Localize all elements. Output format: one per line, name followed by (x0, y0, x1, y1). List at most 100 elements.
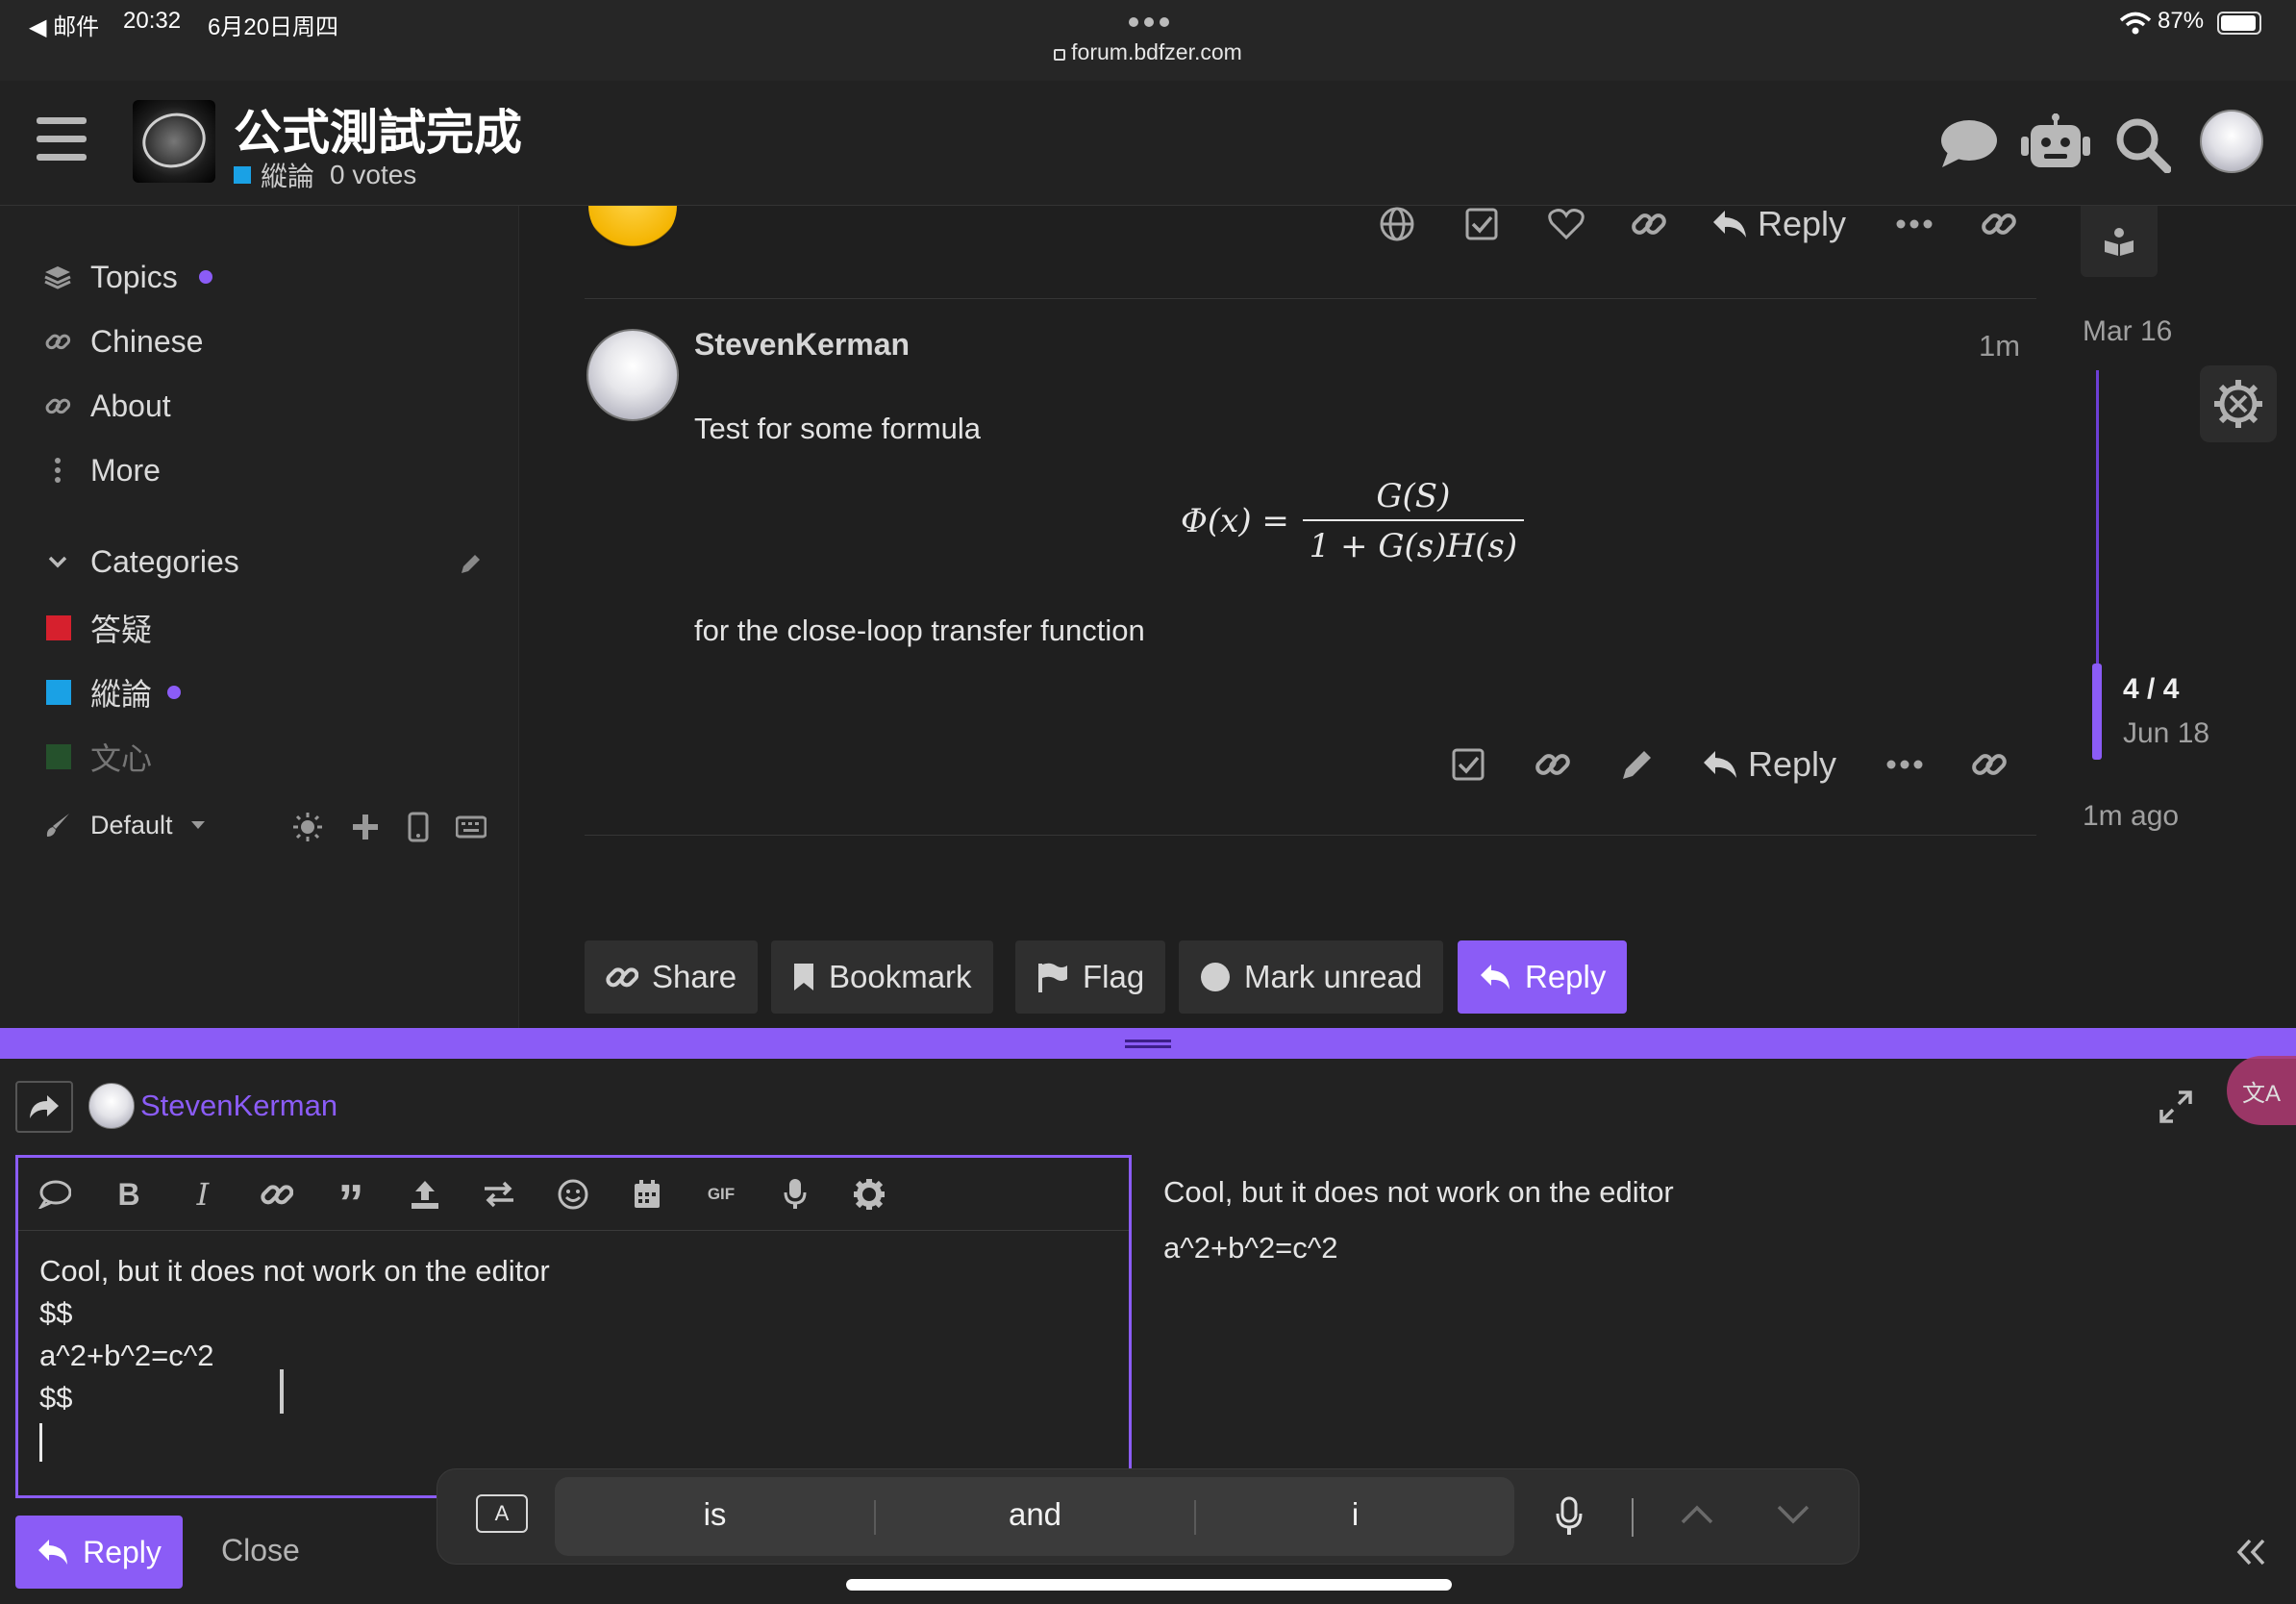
more-actions-icon[interactable] (1881, 739, 1929, 790)
toolbar-divider (1632, 1498, 1634, 1537)
timeline-track[interactable] (2096, 370, 2099, 668)
bold-icon[interactable]: B (112, 1177, 146, 1212)
composer-close-button[interactable]: Close (221, 1533, 300, 1568)
sidebar-category-zonglun[interactable]: 縱論 (46, 670, 182, 714)
collapse-double-chevron-icon[interactable] (2236, 1539, 2267, 1566)
mobile-view-icon[interactable] (408, 812, 429, 842)
suggestion-strip: is and i (555, 1477, 1514, 1556)
post-author-avatar[interactable] (586, 329, 679, 421)
edit-categories-pencil-icon[interactable] (458, 552, 483, 577)
italic-icon[interactable]: I (186, 1176, 220, 1213)
copy-link-icon[interactable] (1529, 739, 1577, 790)
formula-denominator: 1 + G(s)H(s) (1309, 527, 1518, 565)
edit-pencil-icon[interactable] (1613, 739, 1661, 790)
share-link-icon[interactable] (1975, 198, 2023, 250)
theme-selector[interactable]: Default (42, 804, 206, 846)
calendar-icon[interactable] (630, 1177, 664, 1212)
composer-user-name[interactable]: StevenKerman (140, 1089, 337, 1123)
post-author-name[interactable]: StevenKerman (694, 327, 910, 363)
blockquote-icon[interactable]: ” (334, 1177, 368, 1229)
hamburger-menu-icon[interactable] (37, 117, 87, 162)
editor-line: $$ (39, 1296, 73, 1330)
search-icon[interactable] (2115, 117, 2171, 173)
share-link-icon[interactable] (1965, 739, 2013, 790)
summarize-button[interactable] (2081, 206, 2158, 277)
text-cursor (280, 1369, 284, 1414)
reply-button[interactable]: Reply (1702, 739, 1836, 790)
timeline-handle[interactable] (2092, 664, 2102, 760)
keyboard-suggestion-bar: A is and i (437, 1468, 1859, 1565)
composer-resize-bar[interactable] (0, 1028, 2296, 1059)
user-avatar[interactable] (2200, 110, 2263, 173)
solution-check-icon[interactable] (1444, 739, 1492, 790)
timeline-last-activity[interactable]: 1m ago (2083, 800, 2179, 833)
caret-down-icon (190, 821, 205, 829)
sidebar-category-wenxin[interactable]: 文心 (46, 735, 152, 779)
share-button[interactable]: Share (585, 940, 759, 1014)
url-bar[interactable]: forum.bdfzer.com (0, 39, 2296, 65)
math-formula: Φ(x) = G(S) 1 + G(s)H(s) (1181, 477, 1524, 565)
chat-icon[interactable] (1940, 119, 1998, 169)
sidebar-item-more[interactable]: More (42, 449, 161, 491)
suggestion-word[interactable]: is (555, 1496, 875, 1533)
timeline-start-date[interactable]: Mar 16 (2083, 315, 2172, 348)
more-actions-icon[interactable] (1890, 198, 1938, 250)
microphone-icon[interactable] (778, 1177, 812, 1212)
sidebar-item-about[interactable]: About (42, 385, 171, 427)
expand-composer-icon[interactable] (2159, 1090, 2192, 1123)
like-heart-icon[interactable] (1542, 198, 1590, 250)
speech-bubble-icon[interactable] (37, 1177, 72, 1212)
hyperlink-icon[interactable] (260, 1177, 294, 1212)
emoji-icon[interactable] (556, 1177, 590, 1212)
sidebar-item-label: Topics (90, 259, 178, 294)
dictation-microphone-icon[interactable] (1555, 1496, 1584, 1537)
robot-icon[interactable] (2021, 113, 2090, 173)
post-age[interactable]: 1m (1979, 329, 2020, 363)
previous-post-avatar[interactable] (588, 206, 677, 250)
brush-icon (42, 812, 73, 839)
editor-textarea[interactable]: Cool, but it does not work on the editor… (39, 1250, 550, 1462)
composer-action-button[interactable] (15, 1081, 73, 1133)
plus-icon[interactable] (352, 814, 379, 840)
mark-unread-button[interactable]: Mark unread (1179, 940, 1444, 1014)
formula-fraction: G(S) 1 + G(s)H(s) (1302, 477, 1524, 565)
solution-check-icon[interactable] (1458, 198, 1506, 250)
upload-icon[interactable] (408, 1177, 442, 1212)
suggestion-word[interactable]: and (875, 1496, 1195, 1533)
translate-icon[interactable]: 文A (2227, 1056, 2296, 1125)
next-field-chevron-down-icon[interactable] (1776, 1504, 1810, 1525)
topic-category[interactable]: 縱論 (261, 156, 314, 194)
theme-label: Default (90, 810, 173, 840)
toggle-direction-icon[interactable] (482, 1177, 516, 1212)
bookmark-button[interactable]: Bookmark (771, 940, 993, 1014)
back-to-app[interactable]: ◀ 邮件 (29, 8, 99, 41)
keyboard-shortcuts-icon[interactable] (456, 815, 487, 839)
copy-link-icon[interactable] (1625, 198, 1673, 250)
previous-field-chevron-up-icon[interactable] (1680, 1504, 1714, 1525)
categories-section-header[interactable]: Categories (42, 540, 239, 583)
topic-reply-button[interactable]: Reply (1458, 940, 1628, 1014)
sidebar-category-dayi[interactable]: 答疑 (46, 606, 152, 650)
settings-gear-icon[interactable] (852, 1177, 886, 1212)
gif-icon[interactable]: GIF (704, 1177, 738, 1212)
composer-editor[interactable]: B I ” GIF Cool, but it does not work on … (15, 1155, 1132, 1498)
translate-globe-icon[interactable] (1373, 198, 1421, 250)
tab-options-icon[interactable] (1127, 15, 1171, 29)
composer-reply-button[interactable]: Reply (15, 1516, 183, 1589)
chevron-down-icon (42, 555, 73, 568)
suggestion-word[interactable]: i (1195, 1496, 1515, 1533)
reply-button[interactable]: Reply (1711, 198, 1846, 250)
admin-tools-button[interactable] (2200, 365, 2277, 442)
sidebar-item-chinese[interactable]: Chinese (42, 320, 203, 363)
keyboard-mode-key[interactable]: A (476, 1494, 528, 1533)
sidebar: Topics Chinese About More Categories 答疑 … (0, 206, 519, 1028)
home-indicator[interactable] (846, 1579, 1452, 1591)
brightness-icon[interactable] (292, 812, 323, 842)
link-icon (606, 967, 638, 988)
sidebar-item-topics[interactable]: Topics (42, 256, 212, 298)
battery-percent: 87% (2158, 8, 2205, 34)
post-actions: Reply (1444, 739, 2013, 790)
site-logo[interactable] (133, 100, 215, 183)
flag-button[interactable]: Flag (1015, 940, 1166, 1014)
topic-title[interactable]: 公式測試完成 (234, 94, 522, 163)
